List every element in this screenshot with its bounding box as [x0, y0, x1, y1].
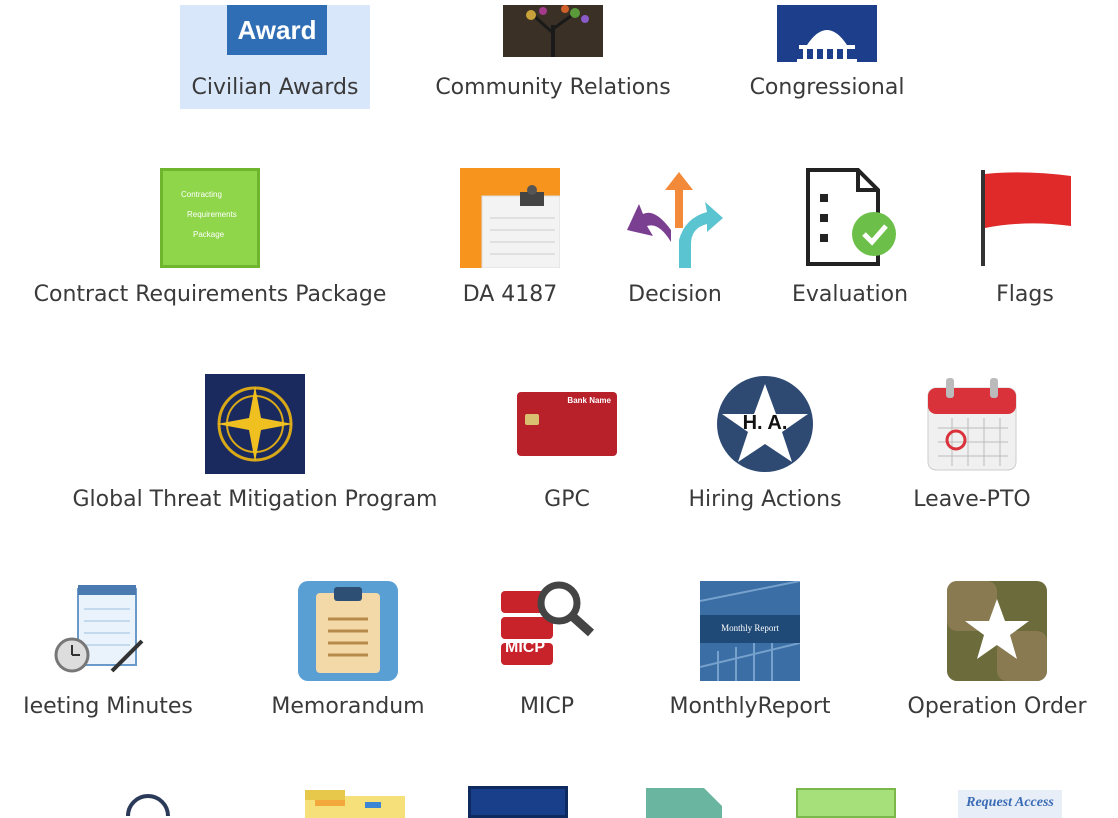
calendar-icon [922, 374, 1022, 474]
app-label[interactable]: Hiring Actions [688, 487, 841, 512]
crp-icon: Contracting Requirements Package [160, 168, 260, 268]
app-label[interactable]: Leave-PTO [913, 487, 1030, 512]
app-label[interactable]: Decision [628, 282, 722, 307]
badge-text: H. A. [742, 412, 788, 434]
crp-line-3: Package [193, 230, 225, 239]
app-label[interactable]: Congressional [750, 75, 905, 100]
award-icon: Award [227, 5, 327, 55]
app-label[interactable]: Global Threat Mitigation Program [73, 487, 438, 512]
app-label[interactable]: Community Relations [435, 75, 670, 100]
app-label[interactable]: MICP [520, 694, 574, 719]
award-icon-text: Award [237, 15, 317, 45]
app-label[interactable]: Operation Order [908, 694, 1087, 719]
app-label[interactable]: Contract Requirements Package [34, 282, 387, 307]
notepad-clock-icon [50, 581, 150, 681]
flag-icon [975, 168, 1075, 268]
micp-search-icon: MICP [497, 581, 597, 681]
clipboard-icon [298, 581, 398, 681]
crp-line-1: Contracting [181, 190, 222, 199]
app-label[interactable]: DA 4187 [463, 282, 558, 307]
green-box-icon [796, 788, 896, 818]
document-icon [646, 788, 722, 818]
app-label[interactable]: GPC [544, 487, 590, 512]
star-badge-icon: H. A. [715, 374, 815, 474]
monthly-report-icon-text: Monthly Report [721, 623, 779, 633]
da4187-clipboard-icon [460, 168, 560, 268]
loading-spinner-icon [118, 786, 178, 818]
evaluation-checklist-icon [800, 168, 900, 268]
app-label[interactable]: Ieeting Minutes [23, 694, 193, 719]
card-bank-name: Bank Name [567, 396, 611, 405]
app-label[interactable]: Memorandum [271, 694, 424, 719]
monthly-report-icon: Monthly Report [700, 581, 800, 681]
folder-icon [305, 790, 405, 818]
blue-box-icon [468, 786, 568, 818]
compass-emblem-icon [205, 374, 305, 474]
credit-card-icon: Bank Name [517, 392, 617, 456]
micp-icon-text: MICP [505, 639, 545, 656]
community-tree-icon [503, 5, 603, 57]
capitol-icon [777, 5, 877, 62]
app-label[interactable]: Evaluation [792, 282, 908, 307]
crp-line-2: Requirements [187, 210, 237, 219]
app-label[interactable]: Flags [996, 282, 1054, 307]
request-access-icon: Request Access [958, 790, 1062, 818]
request-access-icon-text: Request Access [966, 795, 1054, 810]
app-label[interactable]: Civilian Awards [192, 75, 359, 100]
decision-arrows-icon [625, 168, 725, 268]
app-label[interactable]: MonthlyReport [669, 694, 830, 719]
star-square-icon [947, 581, 1047, 681]
